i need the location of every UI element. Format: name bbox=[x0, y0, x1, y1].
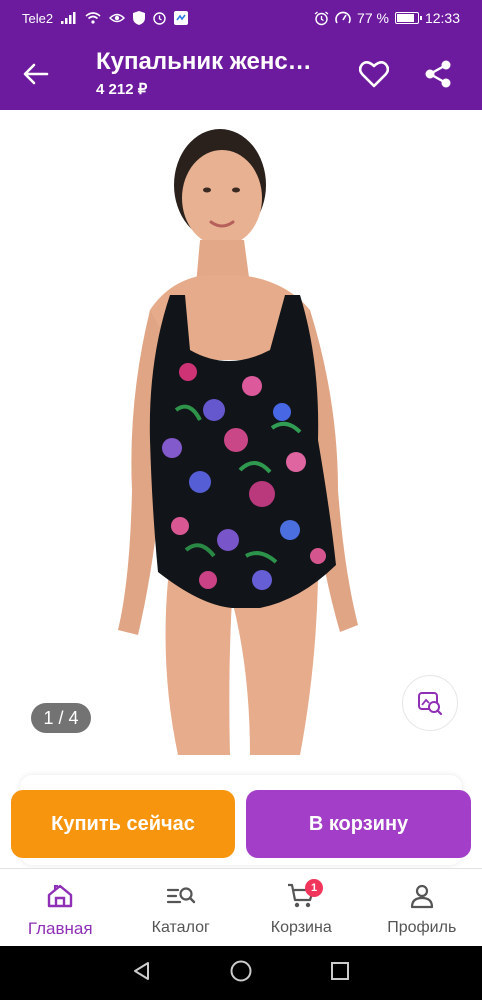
buy-now-button[interactable]: Купить сейчас bbox=[11, 790, 235, 858]
product-title: Купальник женс… bbox=[96, 48, 312, 75]
app-notification-icon bbox=[174, 11, 189, 25]
favorite-button[interactable] bbox=[356, 56, 392, 92]
shield-icon bbox=[133, 11, 146, 25]
clock-shield-icon bbox=[153, 11, 166, 25]
product-header: Купальник женс… 4 212 ₽ bbox=[96, 48, 336, 98]
system-navigation-bar bbox=[0, 946, 482, 1000]
nav-label-home: Главная bbox=[27, 919, 93, 938]
nav-item-profile[interactable]: Профиль bbox=[362, 869, 482, 946]
battery-fill bbox=[396, 14, 414, 22]
back-triangle-icon[interactable] bbox=[131, 960, 153, 987]
product-gallery[interactable]: 1 / 4 bbox=[0, 110, 482, 770]
alarm-icon bbox=[314, 10, 329, 26]
nav-item-catalog[interactable]: Каталог bbox=[121, 869, 242, 946]
battery-percent: 77 % bbox=[357, 10, 389, 26]
carrier-name: Tele2 bbox=[22, 10, 54, 26]
app-bar: Купальник женс… 4 212 ₽ bbox=[0, 36, 482, 110]
bottom-navigation: Главная Каталог 1 Корзина Профиль bbox=[0, 868, 482, 946]
visual-search-button[interactable] bbox=[402, 675, 458, 731]
home-icon bbox=[45, 881, 75, 911]
signal-icon bbox=[61, 12, 77, 24]
nav-item-home[interactable]: Главная bbox=[0, 869, 121, 946]
cart-count-badge: 1 bbox=[305, 879, 323, 897]
status-bar: Tele2 77 % 12:33 bbox=[0, 0, 482, 36]
product-photo bbox=[118, 129, 358, 755]
share-icon bbox=[425, 60, 451, 88]
add-to-cart-button[interactable]: В корзину bbox=[246, 790, 471, 858]
profile-icon bbox=[407, 881, 437, 911]
nav-label-cart: Корзина bbox=[270, 919, 332, 936]
nav-label-profile: Профиль bbox=[387, 919, 457, 936]
clock: 12:33 bbox=[424, 10, 460, 26]
home-circle-icon[interactable] bbox=[229, 959, 253, 988]
image-counter: 1 / 4 bbox=[31, 703, 91, 733]
arrow-left-icon bbox=[23, 63, 49, 85]
catalog-search-icon bbox=[166, 881, 196, 911]
nav-item-cart[interactable]: 1 Корзина bbox=[241, 869, 362, 946]
image-search-icon bbox=[418, 692, 443, 716]
share-button[interactable] bbox=[420, 56, 456, 92]
product-price: 4 212 ₽ bbox=[96, 81, 148, 98]
speedometer-icon bbox=[335, 11, 351, 25]
eye-icon bbox=[109, 12, 126, 24]
nav-label-catalog: Каталог bbox=[151, 919, 210, 936]
wifi-icon bbox=[85, 12, 101, 24]
heart-icon bbox=[359, 61, 389, 88]
recents-square-icon[interactable] bbox=[329, 960, 351, 987]
back-button[interactable] bbox=[18, 56, 54, 92]
battery-icon bbox=[394, 12, 422, 24]
